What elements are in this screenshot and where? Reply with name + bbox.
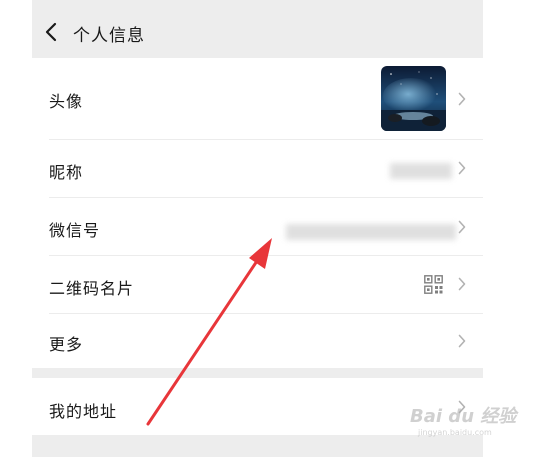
qr-code-icon [424, 275, 443, 294]
my-address-label: 我的地址 [49, 402, 118, 421]
chevron-right-icon [458, 277, 466, 291]
watermark-logo: Bai du 经验 [410, 406, 517, 427]
wechat-id-row[interactable]: 微信号 [32, 198, 483, 255]
nickname-value-blurred [390, 163, 452, 179]
watermark-url: jingyan.baidu.com [418, 428, 492, 437]
avatar[interactable] [381, 66, 446, 131]
wechat-id-label: 微信号 [49, 221, 101, 240]
navigation-bar: 个人信息 [32, 0, 483, 58]
profile-screen: 个人信息 头像 昵称 微信号 二维码名片 更多 我的地址 [32, 0, 483, 457]
chevron-right-icon [458, 161, 466, 175]
chevron-right-icon [458, 334, 466, 348]
chevron-right-icon [458, 220, 466, 234]
avatar-label: 头像 [49, 92, 84, 111]
nickname-label: 昵称 [49, 163, 84, 182]
qr-code-label: 二维码名片 [49, 279, 135, 298]
profile-info-group: 头像 昵称 微信号 二维码名片 更多 [32, 58, 483, 368]
avatar-row[interactable]: 头像 [32, 58, 483, 139]
more-label: 更多 [49, 335, 84, 354]
more-row[interactable]: 更多 [32, 314, 483, 368]
page-title: 个人信息 [73, 26, 145, 46]
chevron-right-icon [458, 92, 466, 106]
nickname-row[interactable]: 昵称 [32, 140, 483, 197]
wechat-id-value-blurred [286, 224, 456, 240]
chevron-left-icon[interactable] [44, 22, 58, 42]
qr-code-row[interactable]: 二维码名片 [32, 256, 483, 313]
